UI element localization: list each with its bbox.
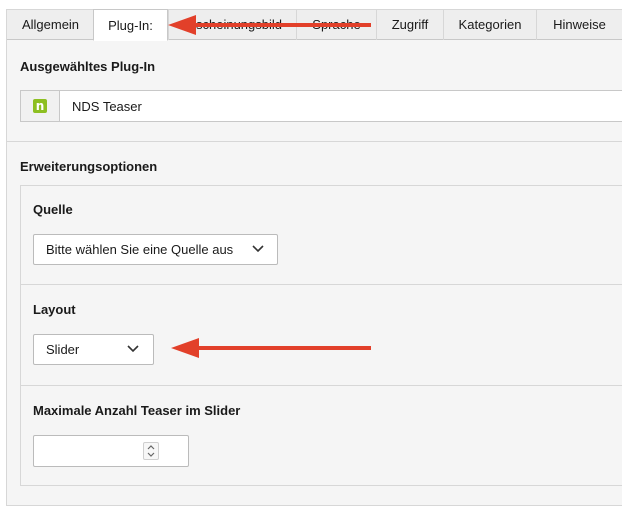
chevron-down-icon	[127, 345, 139, 353]
layout-label: Layout	[33, 302, 76, 317]
tab-label: Plug-In:	[108, 17, 153, 33]
source-label: Quelle	[33, 202, 73, 217]
option-divider	[21, 385, 622, 386]
layout-select[interactable]: Slider	[33, 334, 154, 365]
tab-zugriff[interactable]: Zugriff	[376, 9, 443, 40]
stepper-arrows-icon	[147, 445, 155, 457]
tab-hinweise[interactable]: Hinweise	[536, 9, 622, 40]
nds-plugin-icon: n	[33, 99, 47, 113]
max-teasers-input[interactable]	[33, 435, 189, 467]
tab-label: Allgemein	[21, 17, 80, 32]
red-arrow-icon	[171, 338, 371, 358]
plugin-name: NDS Teaser	[72, 99, 142, 114]
extension-options-title: Erweiterungsoptionen	[20, 159, 158, 174]
source-select[interactable]: Bitte wählen Sie eine Quelle aus	[33, 234, 278, 265]
red-arrow-icon	[168, 15, 371, 35]
tab-plug-in[interactable]: Plug-In:	[93, 9, 168, 41]
section-divider	[7, 141, 622, 142]
tab-label: Zugriff	[391, 17, 429, 32]
selected-plugin-title: Ausgewähltes Plug-In	[20, 59, 156, 74]
layout-selected-value: Slider	[46, 342, 80, 357]
tab-allgemein[interactable]: Allgemein	[6, 9, 94, 40]
plugin-panel: Ausgewähltes Plug-In n NDS Teaser Erweit…	[6, 40, 622, 506]
tab-kategorien[interactable]: Kategorien	[443, 9, 536, 40]
selected-plugin-field[interactable]: n NDS Teaser	[20, 90, 622, 122]
max-teasers-label: Maximale Anzahl Teaser im Slider	[33, 403, 241, 418]
plugin-icon-cell: n	[21, 91, 60, 121]
number-stepper[interactable]	[143, 442, 159, 460]
source-selected-value: Bitte wählen Sie eine Quelle aus	[46, 242, 234, 257]
chevron-down-icon	[252, 245, 264, 253]
tab-label: Kategorien	[458, 17, 522, 32]
tab-label: Hinweise	[553, 17, 606, 32]
option-divider	[21, 284, 622, 285]
